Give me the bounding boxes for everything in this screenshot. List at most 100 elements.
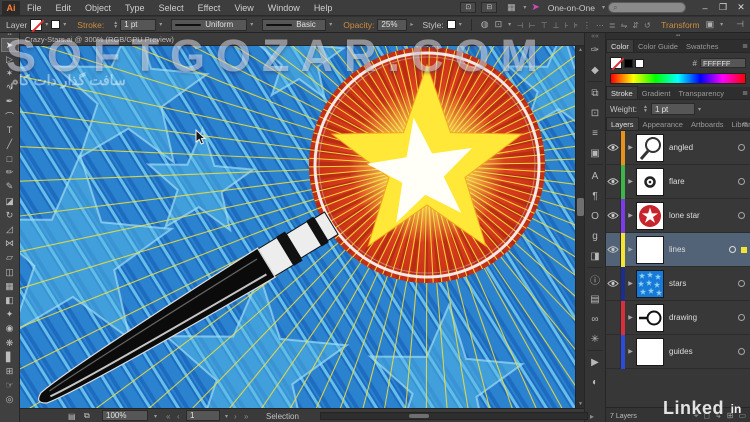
hand-tool[interactable]: ☞ bbox=[1, 379, 19, 393]
pen-tool[interactable]: ✒ bbox=[1, 95, 19, 109]
restore-button[interactable]: ❐ bbox=[714, 2, 732, 13]
target-circle-icon[interactable] bbox=[738, 178, 745, 185]
chevron-down-icon[interactable]: ▾ bbox=[63, 21, 66, 28]
transform-flip-icon-1[interactable]: ⇵ bbox=[632, 21, 639, 30]
appearance-icon[interactable]: ✳ bbox=[585, 329, 605, 349]
menu-view[interactable]: View bbox=[227, 0, 260, 16]
layer-thumbnail[interactable] bbox=[636, 133, 664, 162]
artboard-menu-icon[interactable]: ▾ bbox=[225, 409, 228, 422]
tab-artboards[interactable]: Artboards bbox=[687, 118, 728, 130]
tab-appearance[interactable]: Appearance bbox=[639, 118, 687, 130]
chevron-down-icon[interactable]: ▾ bbox=[698, 106, 701, 113]
tab-stroke[interactable]: Stroke bbox=[606, 86, 638, 99]
chevron-down-icon[interactable]: ▾ bbox=[250, 21, 253, 28]
glyphs-icon[interactable]: ɡ bbox=[585, 226, 605, 246]
visibility-toggle[interactable] bbox=[606, 300, 621, 335]
layer-row-lines[interactable]: ▶ lines bbox=[606, 232, 750, 267]
layer-thumbnail[interactable] bbox=[636, 235, 664, 264]
stroke-panel-menu-icon[interactable]: ≣ bbox=[742, 89, 748, 97]
menu-type[interactable]: Type bbox=[118, 0, 152, 16]
target-circle-icon[interactable] bbox=[729, 246, 736, 253]
transform-flip-icon-2[interactable]: ↺ bbox=[644, 21, 651, 30]
layer-thumbnail[interactable] bbox=[636, 167, 664, 196]
line-segment-tool[interactable]: ╱ bbox=[1, 137, 19, 151]
align-icon-5[interactable]: ⊧ bbox=[574, 21, 578, 30]
scale-tool[interactable]: ◿ bbox=[1, 222, 19, 236]
layer-thumbnail[interactable] bbox=[636, 303, 664, 332]
screen-mode-icon[interactable]: ▤ bbox=[68, 409, 76, 422]
target-circle-icon[interactable] bbox=[738, 348, 745, 355]
fill-swatch[interactable] bbox=[30, 18, 43, 31]
next-artboard-button[interactable]: › bbox=[234, 409, 237, 422]
blend-tool[interactable]: ◉ bbox=[1, 322, 19, 336]
align-icon[interactable]: ≡ bbox=[585, 123, 605, 143]
tab-gradient[interactable]: Gradient bbox=[638, 87, 675, 99]
document-info-icon[interactable]: ▤ bbox=[585, 289, 605, 309]
layer-thumbnail[interactable] bbox=[636, 269, 664, 298]
character-icon[interactable]: A bbox=[585, 166, 605, 186]
chevron-down-icon[interactable]: ▾ bbox=[329, 21, 332, 28]
scroll-right-icon[interactable]: ▸ bbox=[590, 409, 594, 422]
layer-row-stars[interactable]: ▶ stars bbox=[606, 266, 750, 301]
layer-name[interactable]: stars bbox=[669, 279, 686, 288]
expand-layer-icon[interactable]: ▶ bbox=[625, 246, 636, 253]
expand-layer-icon[interactable]: ▶ bbox=[625, 314, 636, 321]
arrange-document-icon[interactable]: ⧉ bbox=[84, 409, 90, 422]
graphic-styles-icon[interactable]: ◨ bbox=[585, 246, 605, 266]
zoom-level-field[interactable]: 100% bbox=[102, 410, 148, 421]
align-icon-3[interactable]: ⊥ bbox=[553, 21, 560, 30]
magic-wand-tool[interactable]: ✶ bbox=[1, 66, 19, 80]
visibility-toggle[interactable] bbox=[606, 130, 621, 165]
distribute-icon-2[interactable]: ≣ bbox=[609, 21, 616, 30]
transform-panel-icon[interactable]: ▣ bbox=[706, 19, 715, 30]
chevron-down-icon[interactable]: ▾ bbox=[45, 21, 48, 28]
new-layer-icon[interactable]: ⊞ bbox=[727, 411, 734, 421]
eraser-tool[interactable]: ◪ bbox=[1, 194, 19, 208]
expand-layer-icon[interactable]: ▶ bbox=[625, 144, 636, 151]
rotate-tool[interactable]: ↻ bbox=[1, 208, 19, 222]
menu-select[interactable]: Select bbox=[152, 0, 191, 16]
opentype-icon[interactable]: O bbox=[585, 206, 605, 226]
align-icon-4[interactable]: ⊦ bbox=[565, 21, 569, 30]
weight-field[interactable]: 1 pt bbox=[650, 103, 695, 115]
previous-artboard-button[interactable]: ‹ bbox=[177, 409, 180, 422]
info-icon[interactable]: ⓘ bbox=[585, 269, 605, 289]
layer-name[interactable]: lines bbox=[669, 245, 685, 254]
opacity-field[interactable]: 25% bbox=[377, 18, 408, 31]
align-icon-0[interactable]: ⊣ bbox=[517, 21, 524, 30]
target-circle-icon[interactable] bbox=[738, 144, 745, 151]
close-button[interactable]: ✕ bbox=[732, 2, 750, 13]
brush-definition-select[interactable]: Basic bbox=[262, 18, 327, 31]
artwork-canvas[interactable] bbox=[20, 46, 575, 408]
fill-proxy-swatch[interactable] bbox=[610, 57, 622, 69]
width-profile-select[interactable]: Uniform bbox=[171, 18, 248, 31]
vertical-scrollbar[interactable]: ▲ ▼ bbox=[575, 46, 584, 408]
expand-layer-icon[interactable]: ▶ bbox=[625, 280, 636, 287]
locate-object-icon[interactable]: ⌖ bbox=[694, 411, 699, 421]
gradient-tool[interactable]: ◧ bbox=[1, 293, 19, 307]
expand-layer-icon[interactable]: ▶ bbox=[625, 178, 636, 185]
search-input[interactable]: ⌕ bbox=[608, 2, 686, 13]
width-tool[interactable]: ⋈ bbox=[1, 237, 19, 251]
layer-name[interactable]: lone star bbox=[669, 211, 700, 220]
layer-thumbnail[interactable] bbox=[636, 337, 664, 366]
symbol-sprayer-tool[interactable]: ❋ bbox=[1, 336, 19, 350]
hex-value-field[interactable]: FFFFFF bbox=[700, 58, 746, 68]
free-transform-tool[interactable]: ▱ bbox=[1, 251, 19, 265]
selection-tool[interactable]: ➤ bbox=[0, 38, 19, 53]
workspace-switcher-icon[interactable]: ▦ bbox=[502, 2, 520, 13]
layer-row-lone-star[interactable]: ▶ lone star bbox=[606, 198, 750, 233]
dock-expand-icon[interactable]: «« bbox=[591, 33, 599, 40]
stroke-weight-stepper[interactable]: ▲ ▼ bbox=[113, 20, 118, 29]
align-icon-2[interactable]: ⊤ bbox=[541, 21, 548, 30]
minimize-button[interactable]: – bbox=[696, 3, 714, 13]
artboard-number-field[interactable]: 1 bbox=[186, 410, 220, 421]
arrange-documents-icon[interactable]: ⊡ bbox=[460, 2, 477, 13]
color-panel-menu-icon[interactable]: ≣ bbox=[742, 42, 748, 50]
layer-thumbnail[interactable] bbox=[636, 201, 664, 230]
stroke-weight-field[interactable]: 1 pt bbox=[120, 18, 157, 31]
pathfinder-icon[interactable]: ▣ bbox=[585, 143, 605, 163]
target-circle-icon[interactable] bbox=[738, 212, 745, 219]
transform-flip-icon-0[interactable]: ⇋ bbox=[621, 21, 628, 30]
zoom-tool[interactable]: ◎ bbox=[1, 393, 19, 407]
